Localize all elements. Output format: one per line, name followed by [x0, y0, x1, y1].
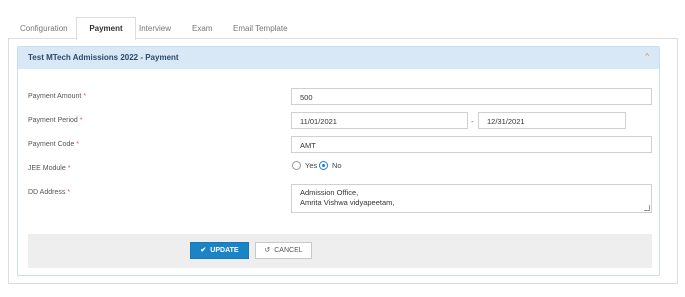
update-button[interactable]: ✔ UPDATE	[190, 242, 249, 259]
payment-code-label: Payment Code *	[28, 141, 80, 148]
collapse-icon[interactable]: ^	[645, 52, 649, 61]
check-icon: ✔	[200, 247, 207, 254]
dd-address-line: Admission Office,	[300, 188, 359, 197]
dd-address-textarea[interactable]: Admission Office, Amrita Vishwa vidyapee…	[291, 184, 652, 213]
jee-no-label: No	[332, 161, 342, 170]
jee-yes-label: Yes	[305, 161, 318, 170]
payment-code-input[interactable]: AMT	[291, 136, 652, 153]
form-footer	[28, 234, 652, 268]
radio-unchecked-icon[interactable]	[292, 161, 301, 170]
resize-handle-icon[interactable]	[644, 205, 650, 211]
tab-bar: Configuration Payment Interview Exam Ema…	[8, 17, 678, 40]
payment-amount-label: Payment Amount *	[28, 93, 87, 100]
period-separator: -	[471, 117, 474, 126]
payment-period-end-input[interactable]: 12/31/2021	[478, 112, 626, 129]
panel-header[interactable]: Test MTech Admissions 2022 - Payment ^	[18, 47, 659, 69]
tab-interview[interactable]: Interview	[139, 19, 171, 39]
payment-period-start-input[interactable]: 11/01/2021	[291, 112, 468, 129]
tab-exam[interactable]: Exam	[192, 19, 212, 39]
radio-checked-icon[interactable]	[319, 161, 328, 170]
tab-email-template[interactable]: Email Template	[233, 19, 288, 39]
panel-title: Test MTech Admissions 2022 - Payment	[28, 53, 179, 62]
jee-module-label: JEE Module *	[28, 165, 71, 172]
payment-period-label: Payment Period *	[28, 117, 83, 124]
undo-icon: ↺	[264, 247, 271, 254]
payment-amount-input[interactable]: 500	[291, 88, 652, 105]
dd-address-label: DD Address *	[28, 189, 71, 196]
tab-configuration[interactable]: Configuration	[20, 19, 68, 39]
dd-address-line: Amrita Vishwa vidyapeetam,	[300, 198, 395, 207]
cancel-button[interactable]: ↺ CANCEL	[255, 242, 312, 259]
tab-payment[interactable]: Payment	[76, 17, 136, 40]
